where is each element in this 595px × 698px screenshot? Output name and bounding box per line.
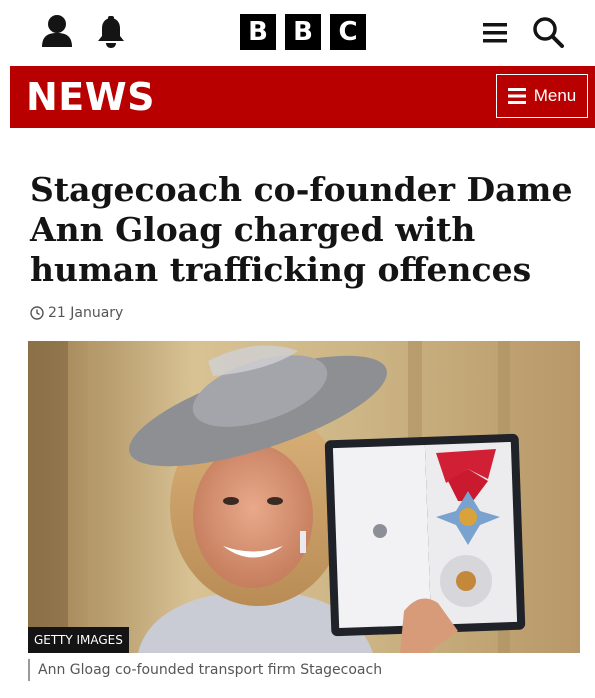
bbc-logo-letter: C — [330, 14, 366, 50]
date-text: 21 January — [48, 305, 124, 321]
hamburger-icon — [507, 88, 526, 104]
menu-button-label: Menu — [533, 86, 577, 105]
menu-button[interactable]: Menu — [496, 74, 588, 118]
photo-illustration — [28, 341, 580, 653]
news-title[interactable]: NEWS — [26, 75, 155, 119]
article-date: 21 January — [30, 305, 123, 321]
news-banner: NEWS Menu — [10, 66, 595, 128]
bbc-logo-letter: B — [285, 14, 321, 50]
clock-icon — [30, 306, 44, 320]
bbc-logo[interactable]: B B C — [240, 14, 366, 50]
masthead: B B C — [0, 0, 595, 66]
search-icon[interactable] — [532, 16, 564, 48]
image-credit: GETTY IMAGES — [28, 627, 129, 653]
notifications-icon[interactable] — [96, 16, 126, 48]
menu-icon[interactable] — [483, 22, 507, 44]
article-headline: Stagecoach co-founder Dame Ann Gloag cha… — [30, 170, 573, 289]
image-caption: Ann Gloag co-founded transport firm Stag… — [28, 659, 382, 681]
article-image: GETTY IMAGES — [28, 341, 580, 653]
account-icon[interactable] — [40, 14, 74, 48]
bbc-logo-letter: B — [240, 14, 276, 50]
